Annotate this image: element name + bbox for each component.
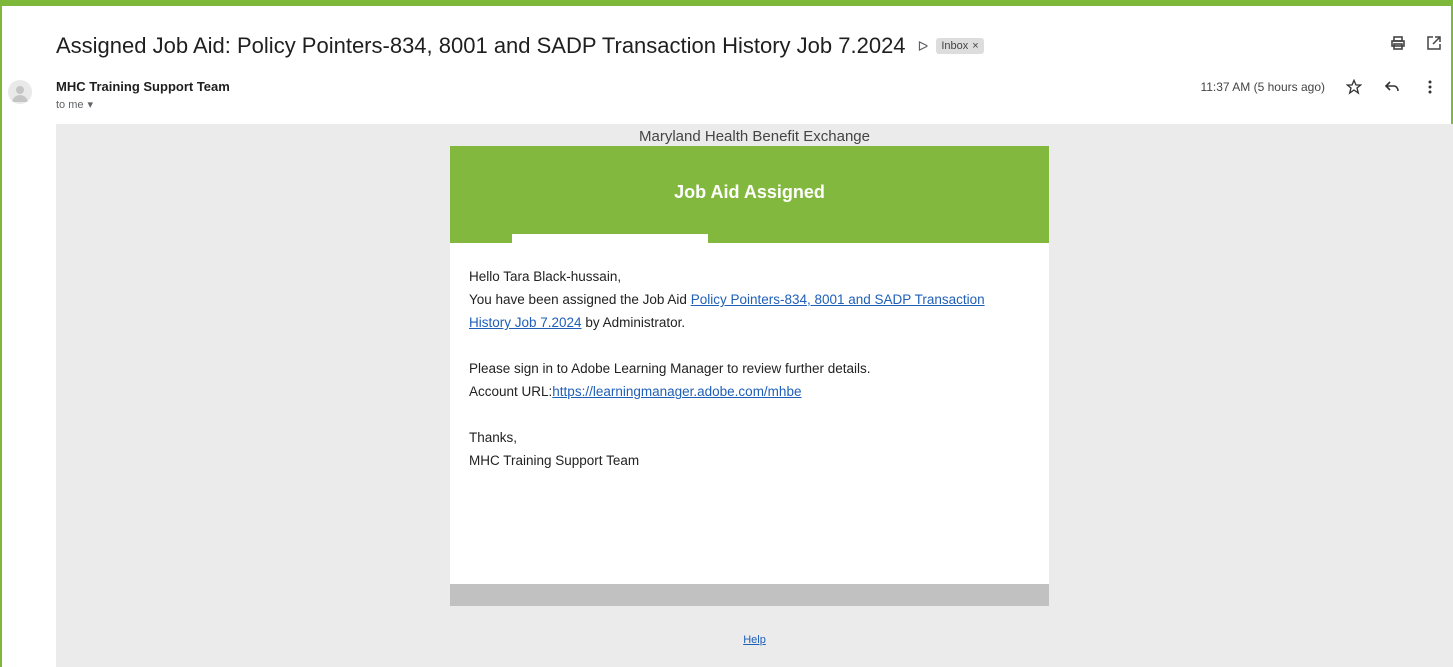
org-name: Maryland Health Benefit Exchange bbox=[639, 128, 870, 145]
print-icon[interactable] bbox=[1389, 34, 1407, 52]
sender-name[interactable]: MHC Training Support Team bbox=[56, 79, 230, 94]
card-body: Hello Tara Black-hussain, You have been … bbox=[450, 243, 1049, 472]
top-actions bbox=[1389, 34, 1443, 52]
card-title: Job Aid Assigned bbox=[674, 182, 825, 202]
account-line: Account URL:https://learningmanager.adob… bbox=[469, 380, 1030, 403]
more-vert-icon[interactable] bbox=[1421, 78, 1439, 96]
recipient-details[interactable]: to me ▾ bbox=[56, 98, 230, 112]
close-icon[interactable]: × bbox=[972, 40, 978, 52]
subject-row: Assigned Job Aid: Policy Pointers-834, 8… bbox=[56, 28, 1453, 64]
card-footer-bar bbox=[450, 584, 1049, 606]
assigned-suffix: by Administrator. bbox=[581, 315, 686, 330]
assignment-line: You have been assigned the Job Aid Polic… bbox=[469, 288, 1030, 334]
account-url-link[interactable]: https://learningmanager.adobe.com/mhbe bbox=[552, 384, 801, 399]
star-icon[interactable] bbox=[1345, 78, 1363, 96]
greeting: Hello Tara Black-hussain, bbox=[469, 269, 622, 284]
instruction-text: Please sign in to Adobe Learning Manager… bbox=[469, 361, 871, 376]
card-header: Job Aid Assigned bbox=[450, 146, 1049, 246]
inbox-label-text: Inbox bbox=[941, 40, 969, 52]
message-meta: 11:37 AM (5 hours ago) bbox=[1200, 78, 1439, 96]
inbox-label-chip[interactable]: Inbox × bbox=[936, 38, 984, 54]
timestamp: 11:37 AM (5 hours ago) bbox=[1200, 80, 1325, 94]
help-link-row: Help bbox=[56, 634, 1453, 646]
signature-text: MHC Training Support Team bbox=[469, 453, 640, 468]
sender-block: MHC Training Support Team to me ▾ bbox=[56, 79, 230, 111]
open-in-new-window-icon[interactable] bbox=[1425, 34, 1443, 52]
email-subject: Assigned Job Aid: Policy Pointers-834, 8… bbox=[56, 33, 906, 58]
email-body: Maryland Health Benefit Exchange Job Aid… bbox=[56, 124, 1453, 667]
important-marker-icon[interactable]: ᐅ bbox=[918, 38, 929, 55]
thanks-text: Thanks, bbox=[469, 430, 518, 445]
recipient-text: to me bbox=[56, 98, 84, 111]
message-card: Job Aid Assigned Hello Tara Black-hussai… bbox=[450, 146, 1049, 606]
assigned-prefix: You have been assigned the Job Aid bbox=[469, 292, 691, 307]
chevron-down-icon[interactable]: ▾ bbox=[88, 98, 94, 111]
help-link[interactable]: Help bbox=[743, 634, 766, 646]
avatar-icon bbox=[8, 80, 32, 104]
redaction-block bbox=[512, 234, 708, 246]
reply-icon[interactable] bbox=[1383, 78, 1401, 96]
account-prefix: Account URL: bbox=[469, 384, 553, 399]
